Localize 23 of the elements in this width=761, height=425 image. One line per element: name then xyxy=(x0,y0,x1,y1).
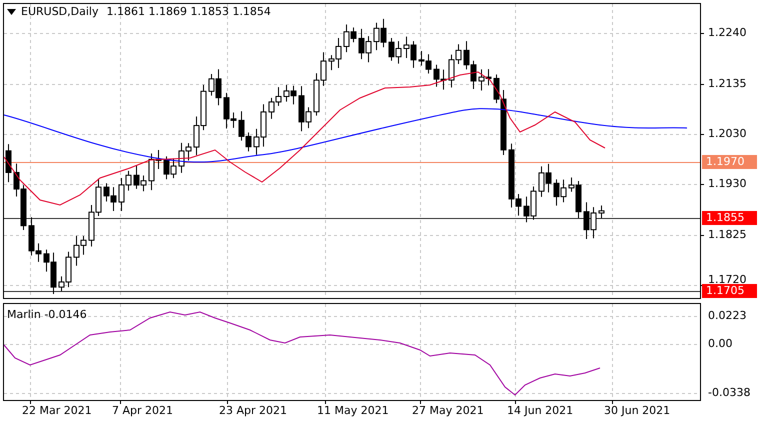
ohlc-values: 1.1861 1.1869 1.1853 1.1854 xyxy=(106,5,271,19)
date-axis-label: 27 May 2021 xyxy=(412,404,484,418)
price-axis-label: 1.2135 xyxy=(708,77,746,91)
date-axis-label: 7 Apr 2021 xyxy=(112,404,174,418)
price-axis-label: 1.1720 xyxy=(708,273,746,286)
price-axis-label: 1.1825 xyxy=(708,228,746,242)
date-axis-label: 30 Jun 2021 xyxy=(604,404,670,418)
indicator-axis-label: 0.0223 xyxy=(708,309,746,323)
price-axis-label: 1.2030 xyxy=(708,127,746,141)
indicator-title: Marlin -0.0146 xyxy=(7,308,87,322)
date-axis-label: 23 Apr 2021 xyxy=(219,404,288,418)
dropdown-triangle-icon xyxy=(7,9,16,15)
price-tag: 1.1855 xyxy=(702,211,757,225)
price-tag: 1.1970 xyxy=(702,155,757,169)
date-axis-label: 14 Jun 2021 xyxy=(507,404,574,418)
price-axis-label: 1.1930 xyxy=(708,177,746,191)
price-axis-label: 1.2240 xyxy=(708,26,746,40)
date-axis-label: 22 Mar 2021 xyxy=(22,404,92,418)
indicator-axis-label: -0.0338 xyxy=(708,386,750,400)
indicator-axis-label: 0.00 xyxy=(708,337,732,351)
price-tag: 1.1705 xyxy=(702,284,757,298)
chart-symbol-label: EURUSD,Daily xyxy=(21,5,98,19)
date-axis-label: 11 May 2021 xyxy=(317,404,389,418)
